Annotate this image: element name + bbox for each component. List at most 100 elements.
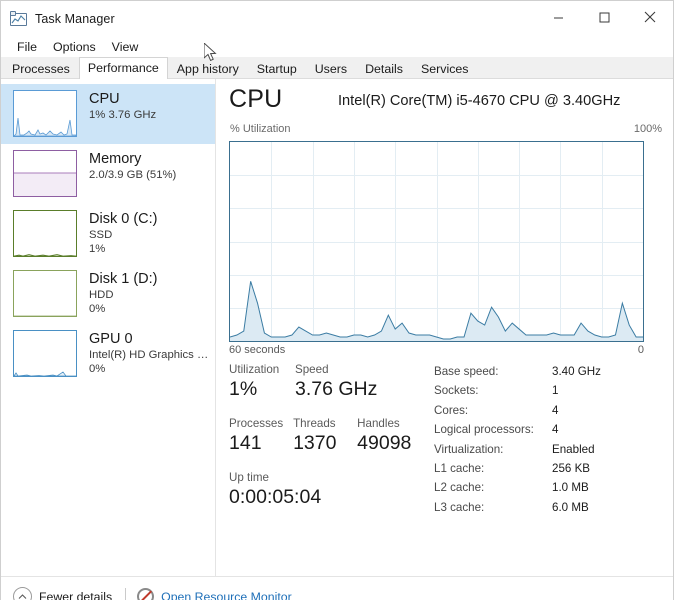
- minimize-button[interactable]: [535, 1, 581, 33]
- stat-uptime: Up time 0:00:05:04: [229, 470, 322, 510]
- title-bar: Task Manager: [1, 1, 673, 37]
- chart-plot-area: [229, 141, 644, 342]
- task-manager-icon: [10, 11, 27, 27]
- spec-l2-cache-value: 1.0 MB: [552, 481, 589, 495]
- stat-threads: Threads 1370: [293, 416, 357, 456]
- sidebar-item-disk-0[interactable]: Disk 0 (C:) SSD 1%: [1, 204, 215, 264]
- detail-header: CPU Intel(R) Core(TM) i5-4670 CPU @ 3.40…: [216, 79, 673, 135]
- spec-logical-processors-key: Logical processors:: [434, 423, 534, 437]
- sidebar-disk0-sub1: SSD: [89, 229, 113, 241]
- stat-speed-label: Speed: [295, 363, 329, 376]
- spec-cores-key: Cores:: [434, 403, 469, 417]
- spec-base-speed: Base speed: 3.40 GHz: [434, 362, 649, 381]
- disk0-mini-graph: [13, 210, 77, 257]
- sidebar-item-cpu[interactable]: CPU 1% 3.76 GHz: [1, 84, 215, 144]
- resource-sidebar: CPU 1% 3.76 GHz Memory 2.0/3.9 GB (51%): [1, 79, 216, 576]
- spec-l1-cache-value: 256 KB: [552, 462, 591, 476]
- menu-item-view[interactable]: View: [104, 39, 147, 55]
- spec-virtualization: Virtualization: Enabled: [434, 440, 649, 459]
- spec-l1-cache: L1 cache: 256 KB: [434, 459, 649, 478]
- sidebar-item-gpu-0[interactable]: GPU 0 Intel(R) HD Graphics … 0%: [1, 324, 215, 384]
- stat-speed: Speed 3.76 GHz: [295, 362, 377, 402]
- spec-l2-cache-key: L2 cache:: [434, 481, 485, 495]
- menu-item-file[interactable]: File: [9, 39, 45, 55]
- spec-cores-value: 4: [552, 403, 559, 417]
- maximize-icon: [599, 12, 609, 22]
- sidebar-cpu-text: CPU 1% 3.76 GHz: [89, 90, 156, 122]
- spec-l3-cache: L3 cache: 6.0 MB: [434, 498, 649, 517]
- stat-uptime-value: 0:00:05:04: [229, 486, 322, 508]
- sidebar-disk1-sub1: HDD: [89, 289, 114, 301]
- x-axis-right-label: 0: [637, 344, 644, 356]
- sidebar-gpu0-sub2: 0%: [89, 363, 106, 375]
- sidebar-gpu0-title: GPU 0: [89, 331, 133, 347]
- fewer-details-button[interactable]: Fewer details: [13, 587, 112, 600]
- menu-bar: File Options View: [1, 37, 673, 57]
- tab-processes[interactable]: Processes: [3, 58, 79, 79]
- minimize-icon: [553, 17, 563, 18]
- sidebar-gpu0-text: GPU 0 Intel(R) HD Graphics … 0%: [89, 330, 208, 376]
- tab-performance[interactable]: Performance: [78, 57, 168, 79]
- close-icon: [644, 11, 656, 23]
- sidebar-disk0-title: Disk 0 (C:): [89, 211, 158, 227]
- cpu-model-label: Intel(R) Core(TM) i5-4670 CPU @ 3.40GHz: [338, 93, 621, 109]
- page-title: CPU: [229, 85, 283, 113]
- spec-logical-processors-value: 4: [552, 423, 559, 437]
- sidebar-disk0-sub2: 1%: [89, 243, 106, 255]
- y-axis-label: % Utilization: [230, 123, 291, 135]
- status-bar: Fewer details Open Resource Monitor: [1, 576, 673, 600]
- sidebar-memory-title: Memory: [89, 151, 142, 167]
- resource-monitor-icon: [137, 588, 155, 600]
- menu-item-options[interactable]: Options: [45, 39, 104, 55]
- task-manager-window: Task Manager File Options View Processes…: [0, 0, 674, 600]
- close-button[interactable]: [627, 1, 673, 33]
- sidebar-item-memory[interactable]: Memory 2.0/3.9 GB (51%): [1, 144, 215, 204]
- stat-utilization-value: 1%: [229, 378, 258, 400]
- window-controls: [535, 1, 673, 33]
- spec-logical-processors: Logical processors: 4: [434, 420, 649, 439]
- sidebar-disk1-text: Disk 1 (D:) HDD 0%: [89, 270, 157, 316]
- spec-l2-cache: L2 cache: 1.0 MB: [434, 478, 649, 497]
- open-resource-monitor-link[interactable]: Open Resource Monitor: [137, 588, 292, 600]
- tab-bar: Processes Performance App history Startu…: [1, 57, 673, 79]
- sidebar-disk1-title: Disk 1 (D:): [89, 271, 158, 287]
- cpu-mini-graph: [13, 90, 77, 137]
- spec-l3-cache-value: 6.0 MB: [552, 500, 589, 514]
- tab-users[interactable]: Users: [305, 58, 357, 79]
- spec-sockets: Sockets: 1: [434, 381, 649, 400]
- gpu0-mini-graph: [13, 330, 77, 377]
- stat-threads-value: 1370: [293, 432, 337, 454]
- chevron-up-icon: [13, 587, 32, 600]
- stat-processes-label: Processes: [229, 417, 284, 430]
- content-area: CPU 1% 3.76 GHz Memory 2.0/3.9 GB (51%): [1, 79, 673, 576]
- tab-details[interactable]: Details: [356, 58, 412, 79]
- spec-virtualization-value: Enabled: [552, 442, 595, 456]
- spec-base-speed-key: Base speed:: [434, 365, 499, 378]
- sidebar-disk0-text: Disk 0 (C:) SSD 1%: [89, 210, 157, 256]
- memory-mini-graph: [13, 150, 77, 197]
- performance-detail-panel: CPU Intel(R) Core(TM) i5-4670 CPU @ 3.40…: [216, 79, 673, 576]
- spec-cores: Cores: 4: [434, 401, 649, 420]
- cpu-utilization-chart: [229, 141, 644, 342]
- sidebar-memory-sub: 2.0/3.9 GB (51%): [89, 169, 177, 181]
- tab-services[interactable]: Services: [411, 58, 478, 79]
- stat-threads-label: Threads: [293, 417, 336, 430]
- tab-app-history[interactable]: App history: [167, 58, 248, 79]
- spec-l3-cache-key: L3 cache:: [434, 500, 485, 514]
- chart-svg: [230, 142, 643, 341]
- sidebar-gpu0-sub1: Intel(R) HD Graphics …: [89, 349, 209, 361]
- stat-handles: Handles 49098: [357, 416, 429, 456]
- tab-startup[interactable]: Startup: [247, 58, 306, 79]
- fewer-details-label: Fewer details: [39, 589, 113, 600]
- stat-handles-label: Handles: [357, 417, 400, 430]
- sidebar-item-disk-1[interactable]: Disk 1 (D:) HDD 0%: [1, 264, 215, 324]
- sidebar-disk1-sub2: 0%: [89, 303, 106, 315]
- y-axis-max-label: 100%: [633, 123, 662, 135]
- maximize-button[interactable]: [581, 1, 627, 33]
- sidebar-cpu-title: CPU: [89, 91, 120, 107]
- window-title: Task Manager: [35, 12, 115, 26]
- stats-row-3: Up time 0:00:05:04: [229, 470, 429, 510]
- sidebar-cpu-sub: 1% 3.76 GHz: [89, 109, 157, 121]
- cpu-stats: Utilization 1% Speed 3.76 GHz Processes …: [229, 362, 429, 524]
- x-axis-left-label: 60 seconds: [229, 344, 286, 356]
